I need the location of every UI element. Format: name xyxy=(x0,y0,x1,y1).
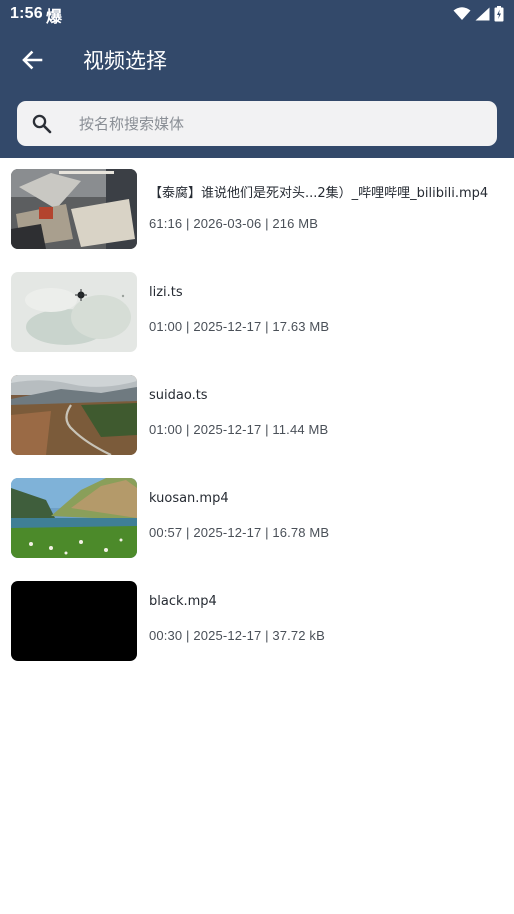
back-button[interactable] xyxy=(14,42,50,78)
video-thumbnail xyxy=(11,169,137,249)
media-name: kuosan.mp4 xyxy=(149,491,229,506)
media-meta: 01:00 | 2025-12-17 | 17.63 MB xyxy=(149,319,330,334)
media-item[interactable]: lizi.ts 01:00 | 2025-12-17 | 17.63 MB xyxy=(0,261,514,361)
video-thumbnail xyxy=(11,272,137,352)
media-name: black.mp4 xyxy=(149,594,217,609)
media-meta: 61:16 | 2026-03-06 | 216 MB xyxy=(149,216,319,231)
battery-icon xyxy=(494,6,504,22)
status-bar: 1:56 爆 xyxy=(0,0,514,28)
cellular-signal-icon xyxy=(475,7,490,21)
wifi-icon xyxy=(453,7,471,20)
toolbar: 视频选择 xyxy=(0,28,514,92)
media-name: lizi.ts xyxy=(149,285,183,300)
media-item[interactable]: black.mp4 00:30 | 2025-12-17 | 37.72 kB xyxy=(0,570,514,670)
media-name: suidao.ts xyxy=(149,388,208,403)
media-item[interactable]: 【泰腐】谁说他们是死对头...2集）_哔哩哔哩_bilibili.mp4 61:… xyxy=(0,158,514,258)
search-icon xyxy=(32,114,52,134)
arrow-back-icon xyxy=(22,50,43,70)
status-time: 1:56 xyxy=(10,5,43,22)
media-meta: 00:30 | 2025-12-17 | 37.72 kB xyxy=(149,628,325,643)
search-input[interactable] xyxy=(79,101,479,146)
page-title: 视频选择 xyxy=(83,49,167,73)
media-item[interactable]: suidao.ts 01:00 | 2025-12-17 | 11.44 MB xyxy=(0,364,514,464)
media-item[interactable]: kuosan.mp4 00:57 | 2025-12-17 | 16.78 MB xyxy=(0,467,514,567)
media-name: 【泰腐】谁说他们是死对头...2集）_哔哩哔哩_bilibili.mp4 xyxy=(149,186,489,201)
app-header: 1:56 爆 视频选择 xyxy=(0,0,514,158)
video-thumbnail xyxy=(11,478,137,558)
status-icons xyxy=(453,5,504,23)
media-meta: 01:00 | 2025-12-17 | 11.44 MB xyxy=(149,422,329,437)
video-thumbnail xyxy=(11,375,137,455)
video-thumbnail xyxy=(11,581,137,661)
media-meta: 00:57 | 2025-12-17 | 16.78 MB xyxy=(149,525,330,540)
search-box[interactable] xyxy=(17,101,497,146)
status-notification-glyph: 爆 xyxy=(46,7,63,26)
